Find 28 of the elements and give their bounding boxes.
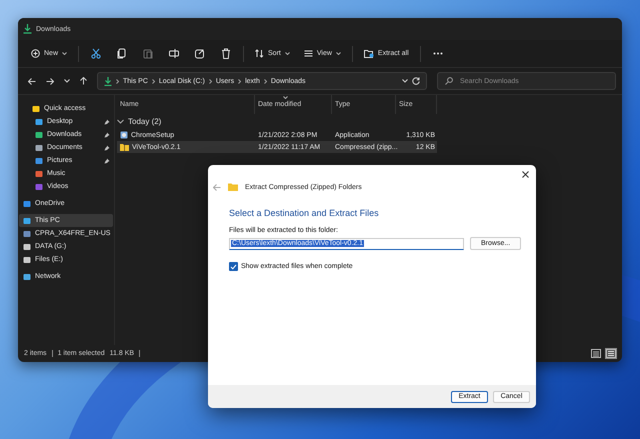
back-arrow-icon[interactable] xyxy=(28,78,36,84)
tiles-view-icon[interactable] xyxy=(606,349,616,358)
zip-folder-icon xyxy=(364,49,374,58)
refresh-icon[interactable] xyxy=(412,77,420,85)
zip-folder-icon xyxy=(228,183,238,191)
details-view-icon[interactable] xyxy=(591,349,601,358)
dialog-heading: Select a Destination and Extract Files xyxy=(229,208,380,218)
forward-arrow-icon[interactable] xyxy=(46,78,54,84)
plus-circle-icon xyxy=(31,49,40,58)
chevron-right-icon xyxy=(208,78,212,84)
group-header[interactable]: Today (2) xyxy=(117,114,166,129)
checkbox[interactable] xyxy=(229,262,238,271)
caret-icon xyxy=(284,52,290,55)
search-icon xyxy=(445,77,453,85)
chevron-right-icon xyxy=(116,78,119,84)
zip-folder-icon xyxy=(120,143,129,151)
sort-arrows-icon xyxy=(255,49,264,58)
chevron-down-icon[interactable] xyxy=(64,79,70,83)
list-lines-icon xyxy=(304,49,313,58)
caret-icon xyxy=(336,52,341,55)
chevron-down-icon[interactable] xyxy=(402,79,408,83)
chevron-right-icon xyxy=(264,78,267,84)
caret-icon xyxy=(62,52,68,55)
chevron-right-icon xyxy=(152,78,155,84)
close-icon[interactable] xyxy=(520,169,531,180)
up-arrow-icon[interactable] xyxy=(80,77,87,85)
chevron-icon xyxy=(117,119,124,124)
chevron-right-icon xyxy=(238,78,242,84)
